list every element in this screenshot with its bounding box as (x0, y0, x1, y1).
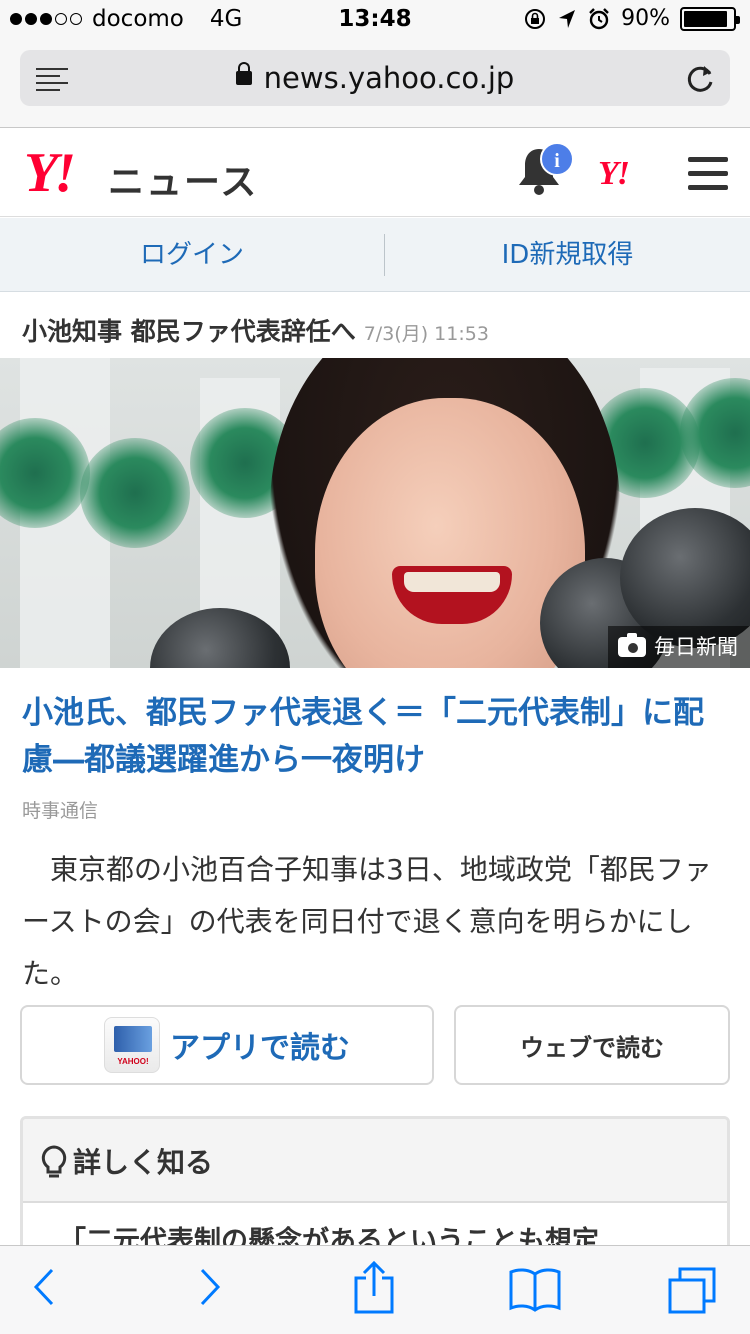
photo-credit-text: 毎日新聞 (654, 635, 738, 659)
url-text: news.yahoo.co.jp (263, 61, 515, 95)
location-arrow-icon (559, 9, 576, 28)
browser-toolbar (0, 1245, 750, 1334)
signup-link[interactable]: ID新規取得 (385, 218, 750, 292)
yahoo-logo[interactable]: Y! (24, 141, 76, 205)
lock-icon (235, 62, 252, 85)
status-right: 90% (523, 6, 740, 31)
status-bar: docomo 4G 13:48 90% (0, 0, 750, 40)
read-in-app-label: アプリで読む (170, 1031, 350, 1066)
orientation-lock-icon (525, 8, 546, 29)
article-photo[interactable]: 毎日新聞 (0, 358, 750, 668)
back-arrow-icon[interactable] (30, 1264, 58, 1310)
topic-title: 小池知事 都民ファ代表辞任へ (22, 317, 356, 346)
topic-header: 小池知事 都民ファ代表辞任へ 7/3(月) 11:53 (22, 312, 489, 348)
learn-more-heading: 詳しく知る (73, 1146, 214, 1179)
yahoo-japan-icon[interactable]: Y! (598, 155, 630, 193)
bookmarks-icon[interactable] (508, 1266, 562, 1312)
login-link[interactable]: ログイン (0, 218, 384, 292)
site-header: Y! ニュース Y! (0, 129, 750, 217)
browser-address-area: news.yahoo.co.jp (0, 40, 750, 128)
address-bar[interactable]: news.yahoo.co.jp (20, 50, 730, 106)
photo-credit: 毎日新聞 (608, 626, 750, 668)
hamburger-menu-icon[interactable] (688, 157, 728, 199)
forward-arrow-icon[interactable] (196, 1264, 224, 1310)
lightbulb-icon (41, 1145, 67, 1178)
tabs-icon[interactable] (666, 1266, 718, 1316)
read-in-app-button[interactable]: YAHOO! アプリで読む (20, 1005, 434, 1085)
yahoo-app-icon: YAHOO! (104, 1017, 160, 1073)
reload-icon[interactable] (684, 60, 716, 96)
app-icon-label: YAHOO! (117, 1057, 149, 1066)
news-logo-text[interactable]: ニュース (108, 153, 258, 205)
subject-teeth (404, 572, 500, 592)
learn-more-header: 詳しく知る (23, 1119, 727, 1203)
article-headline[interactable]: 小池氏、都民ファ代表退く＝「二元代表制」に配慮―都議選躍進から一夜明け (22, 690, 732, 784)
alarm-clock-icon (589, 7, 609, 29)
article-source: 時事通信 (22, 800, 99, 822)
auth-strip: ログイン ID新規取得 (0, 218, 750, 292)
camera-icon (618, 633, 646, 657)
battery-icon (680, 6, 740, 31)
battery-percent: 90% (621, 6, 670, 31)
notification-badge[interactable]: i (540, 142, 574, 176)
share-icon[interactable] (352, 1260, 396, 1316)
url-display[interactable]: news.yahoo.co.jp (20, 61, 730, 95)
paper-flower-decoration (80, 438, 190, 548)
article-summary: 東京都の小池百合子知事は3日、地域政党「都民ファーストの会」の代表を同日付で退く… (22, 853, 712, 990)
topic-date: 7/3(月) 11:53 (363, 323, 489, 345)
read-on-web-button[interactable]: ウェブで読む (454, 1005, 730, 1085)
